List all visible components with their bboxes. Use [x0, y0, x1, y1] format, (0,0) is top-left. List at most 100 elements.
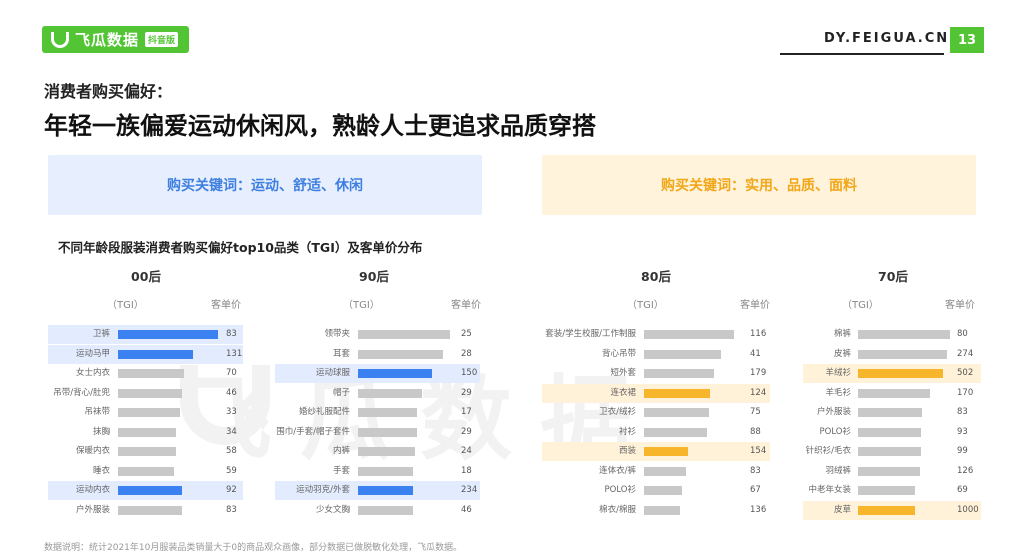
tgi-bar: [644, 369, 715, 378]
keywords-mature-panel: 购买关键词：实用、品质、面料: [542, 155, 976, 215]
price-value: 24: [461, 446, 472, 456]
price-value: 46: [461, 504, 472, 515]
price-value: 67: [750, 485, 761, 495]
price-value: 126: [957, 465, 974, 476]
price-value: 34: [226, 426, 237, 437]
category-label: 连体衣/裤: [599, 465, 636, 476]
category-label: 卫衣/绒衫: [599, 407, 636, 417]
category-label: 羽绒裤: [825, 465, 851, 476]
tgi-bar: [644, 349, 722, 359]
price-value: 58: [226, 446, 237, 456]
category-label: 背心吊带: [601, 348, 636, 359]
tgi-bar: [118, 369, 184, 378]
category-label: 手套: [332, 465, 350, 476]
tgi-column-header: （TGI）: [842, 300, 879, 311]
tgi-bar: [644, 388, 710, 398]
tgi-bar: [644, 466, 687, 476]
melon-logo-icon: [51, 31, 69, 48]
price-column-header: 客单价: [740, 300, 770, 311]
tgi-bar: [644, 330, 734, 339]
price-value: 83: [957, 407, 968, 417]
tgi-column-header: （TGI）: [107, 300, 144, 311]
price-column-header: 客单价: [211, 300, 241, 311]
price-value: 70: [226, 368, 237, 378]
tgi-bar: [358, 486, 414, 495]
price-column-header: 客单价: [945, 300, 975, 311]
price-value: 83: [750, 465, 761, 476]
price-value: 150: [461, 368, 478, 378]
tgi-bar: [358, 427, 417, 437]
price-value: 92: [226, 485, 237, 495]
footnote: 数据说明：统计2021年10月服装品类销量大于0的商品观众画像，部分数据已做脱敏…: [44, 543, 463, 553]
category-label: 帽子: [332, 387, 350, 398]
price-value: 41: [750, 348, 761, 359]
price-value: 170: [957, 387, 974, 398]
tgi-bar: [858, 349, 948, 359]
tgi-bar: [118, 486, 182, 495]
tgi-bar: [858, 486, 916, 495]
price-value: 29: [461, 387, 472, 398]
price-value: 88: [750, 426, 761, 437]
category-label: 婚纱礼服配件: [298, 407, 350, 417]
price-value: 124: [750, 387, 767, 398]
price-value: 25: [461, 329, 472, 339]
tgi-bar: [858, 388, 930, 398]
tgi-bar: [358, 408, 417, 417]
tgi-bar: [118, 447, 176, 456]
chart-title: 不同年龄段服装消费者购买偏好top10品类（TGI）及客单价分布: [58, 240, 423, 255]
category-label: 耳套: [332, 348, 350, 359]
page-number: 13: [950, 27, 984, 53]
keywords-young-panel: 购买关键词：运动、舒适、休闲: [48, 155, 482, 215]
price-value: 69: [957, 485, 968, 495]
tgi-bar: [118, 388, 182, 398]
category-label: 棉衣/棉服: [599, 504, 636, 515]
category-label: 保暖内衣: [75, 446, 110, 456]
price-value: 93: [957, 426, 968, 437]
category-label: 皮裤: [833, 348, 851, 359]
category-label: POLO衫: [604, 485, 636, 495]
category-label: 抹胸: [92, 426, 110, 437]
tgi-bar: [118, 466, 174, 476]
category-label: POLO衫: [819, 426, 851, 437]
tgi-bar: [858, 466, 920, 476]
category-label: 皮草: [833, 504, 851, 515]
brand-name: 飞瓜数据: [75, 31, 140, 49]
category-label: 领带夹: [324, 329, 350, 339]
category-label: 卫裤: [92, 329, 110, 339]
price-value: 80: [957, 329, 968, 339]
tgi-bar: [858, 447, 921, 456]
tgi-bar: [858, 505, 916, 515]
price-value: 83: [226, 329, 237, 339]
price-value: 136: [750, 504, 767, 515]
category-label: 衬衫: [618, 426, 636, 437]
tgi-bar: [644, 505, 680, 515]
tgi-bar: [644, 408, 709, 417]
category-label: 连衣裙: [610, 387, 636, 398]
tgi-bar: [118, 349, 193, 359]
tgi-bar: [858, 330, 950, 339]
header-divider: [780, 53, 944, 55]
price-value: 18: [461, 465, 472, 476]
age-group-title: 80后: [641, 269, 671, 284]
age-group-title: 90后: [359, 269, 389, 284]
price-value: 502: [957, 368, 974, 378]
price-value: 1000: [957, 504, 979, 515]
category-label: 内裤: [332, 446, 350, 456]
price-value: 46: [226, 387, 237, 398]
category-label: 户外服装: [816, 407, 851, 417]
category-label: 睡衣: [92, 465, 110, 476]
price-value: 274: [957, 348, 974, 359]
price-value: 59: [226, 465, 237, 476]
tgi-bar: [118, 505, 182, 515]
tgi-bar: [858, 408, 923, 417]
tgi-column-header: （TGI）: [343, 300, 380, 311]
price-value: 234: [461, 485, 478, 495]
tgi-bar: [358, 388, 423, 398]
tgi-bar: [358, 369, 432, 378]
price-value: 28: [461, 348, 472, 359]
category-label: 运动内衣: [75, 485, 110, 495]
tgi-column-header: （TGI）: [627, 300, 664, 311]
category-label: 套装/学生校服/工作制服: [545, 329, 636, 339]
tgi-bar: [358, 330, 450, 339]
price-value: 131: [226, 348, 243, 359]
